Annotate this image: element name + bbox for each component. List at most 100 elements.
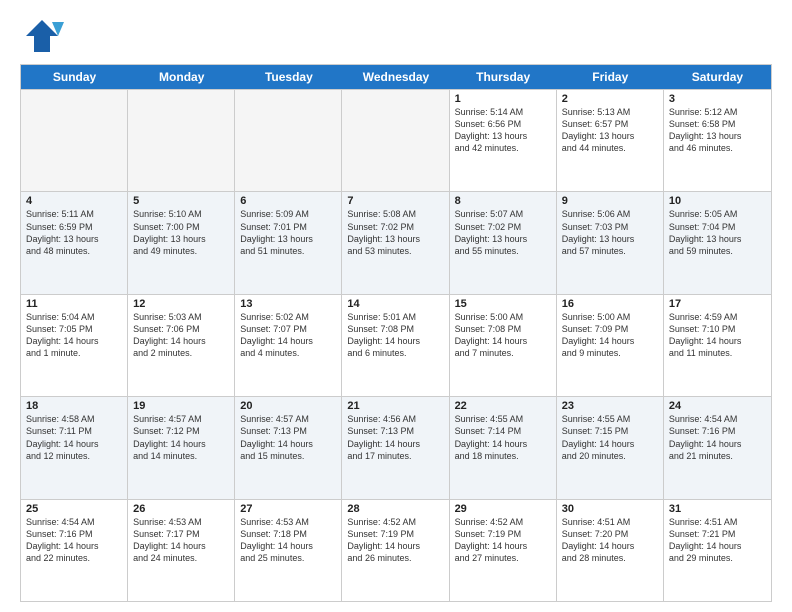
day-cell: 14Sunrise: 5:01 AM Sunset: 7:08 PM Dayli… bbox=[342, 295, 449, 396]
day-number: 1 bbox=[455, 93, 551, 105]
day-number: 31 bbox=[669, 503, 766, 515]
day-cell: 4Sunrise: 5:11 AM Sunset: 6:59 PM Daylig… bbox=[21, 192, 128, 293]
day-info: Sunrise: 5:12 AM Sunset: 6:58 PM Dayligh… bbox=[669, 106, 766, 155]
day-info: Sunrise: 4:54 AM Sunset: 7:16 PM Dayligh… bbox=[669, 413, 766, 462]
day-number: 21 bbox=[347, 400, 443, 412]
day-number: 30 bbox=[562, 503, 658, 515]
day-cell: 3Sunrise: 5:12 AM Sunset: 6:58 PM Daylig… bbox=[664, 90, 771, 191]
day-number: 14 bbox=[347, 298, 443, 310]
day-number: 26 bbox=[133, 503, 229, 515]
day-cell: 13Sunrise: 5:02 AM Sunset: 7:07 PM Dayli… bbox=[235, 295, 342, 396]
day-info: Sunrise: 4:56 AM Sunset: 7:13 PM Dayligh… bbox=[347, 413, 443, 462]
day-number: 18 bbox=[26, 400, 122, 412]
day-cell: 12Sunrise: 5:03 AM Sunset: 7:06 PM Dayli… bbox=[128, 295, 235, 396]
day-cell: 22Sunrise: 4:55 AM Sunset: 7:14 PM Dayli… bbox=[450, 397, 557, 498]
weekday-header: Sunday bbox=[21, 65, 128, 89]
day-cell: 2Sunrise: 5:13 AM Sunset: 6:57 PM Daylig… bbox=[557, 90, 664, 191]
day-info: Sunrise: 5:00 AM Sunset: 7:09 PM Dayligh… bbox=[562, 311, 658, 360]
day-number: 19 bbox=[133, 400, 229, 412]
calendar: SundayMondayTuesdayWednesdayThursdayFrid… bbox=[20, 64, 772, 602]
day-info: Sunrise: 5:08 AM Sunset: 7:02 PM Dayligh… bbox=[347, 208, 443, 257]
logo bbox=[20, 18, 68, 54]
weekday-header: Monday bbox=[128, 65, 235, 89]
day-number: 13 bbox=[240, 298, 336, 310]
day-info: Sunrise: 4:52 AM Sunset: 7:19 PM Dayligh… bbox=[455, 516, 551, 565]
day-cell: 10Sunrise: 5:05 AM Sunset: 7:04 PM Dayli… bbox=[664, 192, 771, 293]
day-number: 23 bbox=[562, 400, 658, 412]
weekday-header: Wednesday bbox=[342, 65, 449, 89]
day-info: Sunrise: 4:53 AM Sunset: 7:17 PM Dayligh… bbox=[133, 516, 229, 565]
day-info: Sunrise: 5:11 AM Sunset: 6:59 PM Dayligh… bbox=[26, 208, 122, 257]
day-number: 3 bbox=[669, 93, 766, 105]
day-cell: 30Sunrise: 4:51 AM Sunset: 7:20 PM Dayli… bbox=[557, 500, 664, 601]
day-info: Sunrise: 5:09 AM Sunset: 7:01 PM Dayligh… bbox=[240, 208, 336, 257]
day-cell: 20Sunrise: 4:57 AM Sunset: 7:13 PM Dayli… bbox=[235, 397, 342, 498]
weekday-header: Friday bbox=[557, 65, 664, 89]
day-cell: 23Sunrise: 4:55 AM Sunset: 7:15 PM Dayli… bbox=[557, 397, 664, 498]
day-number: 6 bbox=[240, 195, 336, 207]
day-cell: 11Sunrise: 5:04 AM Sunset: 7:05 PM Dayli… bbox=[21, 295, 128, 396]
day-cell: 15Sunrise: 5:00 AM Sunset: 7:08 PM Dayli… bbox=[450, 295, 557, 396]
day-cell: 28Sunrise: 4:52 AM Sunset: 7:19 PM Dayli… bbox=[342, 500, 449, 601]
weekday-header: Saturday bbox=[664, 65, 771, 89]
day-info: Sunrise: 4:52 AM Sunset: 7:19 PM Dayligh… bbox=[347, 516, 443, 565]
day-cell: 29Sunrise: 4:52 AM Sunset: 7:19 PM Dayli… bbox=[450, 500, 557, 601]
day-info: Sunrise: 5:04 AM Sunset: 7:05 PM Dayligh… bbox=[26, 311, 122, 360]
day-number: 7 bbox=[347, 195, 443, 207]
day-info: Sunrise: 5:07 AM Sunset: 7:02 PM Dayligh… bbox=[455, 208, 551, 257]
day-info: Sunrise: 5:14 AM Sunset: 6:56 PM Dayligh… bbox=[455, 106, 551, 155]
day-number: 24 bbox=[669, 400, 766, 412]
calendar-header: SundayMondayTuesdayWednesdayThursdayFrid… bbox=[21, 65, 771, 89]
day-info: Sunrise: 5:05 AM Sunset: 7:04 PM Dayligh… bbox=[669, 208, 766, 257]
weekday-header: Tuesday bbox=[235, 65, 342, 89]
day-number: 20 bbox=[240, 400, 336, 412]
day-cell: 5Sunrise: 5:10 AM Sunset: 7:00 PM Daylig… bbox=[128, 192, 235, 293]
day-info: Sunrise: 5:03 AM Sunset: 7:06 PM Dayligh… bbox=[133, 311, 229, 360]
day-info: Sunrise: 4:59 AM Sunset: 7:10 PM Dayligh… bbox=[669, 311, 766, 360]
weekday-header: Thursday bbox=[450, 65, 557, 89]
day-info: Sunrise: 5:10 AM Sunset: 7:00 PM Dayligh… bbox=[133, 208, 229, 257]
day-number: 9 bbox=[562, 195, 658, 207]
day-info: Sunrise: 5:13 AM Sunset: 6:57 PM Dayligh… bbox=[562, 106, 658, 155]
day-info: Sunrise: 4:54 AM Sunset: 7:16 PM Dayligh… bbox=[26, 516, 122, 565]
day-cell: 18Sunrise: 4:58 AM Sunset: 7:11 PM Dayli… bbox=[21, 397, 128, 498]
empty-cell bbox=[342, 90, 449, 191]
day-info: Sunrise: 4:53 AM Sunset: 7:18 PM Dayligh… bbox=[240, 516, 336, 565]
day-info: Sunrise: 4:57 AM Sunset: 7:13 PM Dayligh… bbox=[240, 413, 336, 462]
day-info: Sunrise: 4:51 AM Sunset: 7:21 PM Dayligh… bbox=[669, 516, 766, 565]
day-number: 25 bbox=[26, 503, 122, 515]
day-number: 10 bbox=[669, 195, 766, 207]
day-info: Sunrise: 4:51 AM Sunset: 7:20 PM Dayligh… bbox=[562, 516, 658, 565]
page: SundayMondayTuesdayWednesdayThursdayFrid… bbox=[0, 0, 792, 612]
empty-cell bbox=[21, 90, 128, 191]
day-cell: 1Sunrise: 5:14 AM Sunset: 6:56 PM Daylig… bbox=[450, 90, 557, 191]
day-number: 2 bbox=[562, 93, 658, 105]
day-cell: 26Sunrise: 4:53 AM Sunset: 7:17 PM Dayli… bbox=[128, 500, 235, 601]
calendar-row: 4Sunrise: 5:11 AM Sunset: 6:59 PM Daylig… bbox=[21, 191, 771, 293]
day-info: Sunrise: 4:58 AM Sunset: 7:11 PM Dayligh… bbox=[26, 413, 122, 462]
calendar-row: 11Sunrise: 5:04 AM Sunset: 7:05 PM Dayli… bbox=[21, 294, 771, 396]
day-number: 16 bbox=[562, 298, 658, 310]
day-number: 12 bbox=[133, 298, 229, 310]
day-info: Sunrise: 4:57 AM Sunset: 7:12 PM Dayligh… bbox=[133, 413, 229, 462]
day-cell: 25Sunrise: 4:54 AM Sunset: 7:16 PM Dayli… bbox=[21, 500, 128, 601]
day-info: Sunrise: 5:00 AM Sunset: 7:08 PM Dayligh… bbox=[455, 311, 551, 360]
day-info: Sunrise: 5:02 AM Sunset: 7:07 PM Dayligh… bbox=[240, 311, 336, 360]
day-number: 28 bbox=[347, 503, 443, 515]
day-cell: 31Sunrise: 4:51 AM Sunset: 7:21 PM Dayli… bbox=[664, 500, 771, 601]
day-number: 15 bbox=[455, 298, 551, 310]
day-info: Sunrise: 4:55 AM Sunset: 7:15 PM Dayligh… bbox=[562, 413, 658, 462]
day-number: 8 bbox=[455, 195, 551, 207]
day-cell: 21Sunrise: 4:56 AM Sunset: 7:13 PM Dayli… bbox=[342, 397, 449, 498]
day-number: 5 bbox=[133, 195, 229, 207]
empty-cell bbox=[128, 90, 235, 191]
day-number: 11 bbox=[26, 298, 122, 310]
calendar-row: 25Sunrise: 4:54 AM Sunset: 7:16 PM Dayli… bbox=[21, 499, 771, 601]
day-number: 29 bbox=[455, 503, 551, 515]
day-number: 4 bbox=[26, 195, 122, 207]
day-info: Sunrise: 5:06 AM Sunset: 7:03 PM Dayligh… bbox=[562, 208, 658, 257]
day-cell: 8Sunrise: 5:07 AM Sunset: 7:02 PM Daylig… bbox=[450, 192, 557, 293]
day-info: Sunrise: 4:55 AM Sunset: 7:14 PM Dayligh… bbox=[455, 413, 551, 462]
day-number: 27 bbox=[240, 503, 336, 515]
day-cell: 6Sunrise: 5:09 AM Sunset: 7:01 PM Daylig… bbox=[235, 192, 342, 293]
